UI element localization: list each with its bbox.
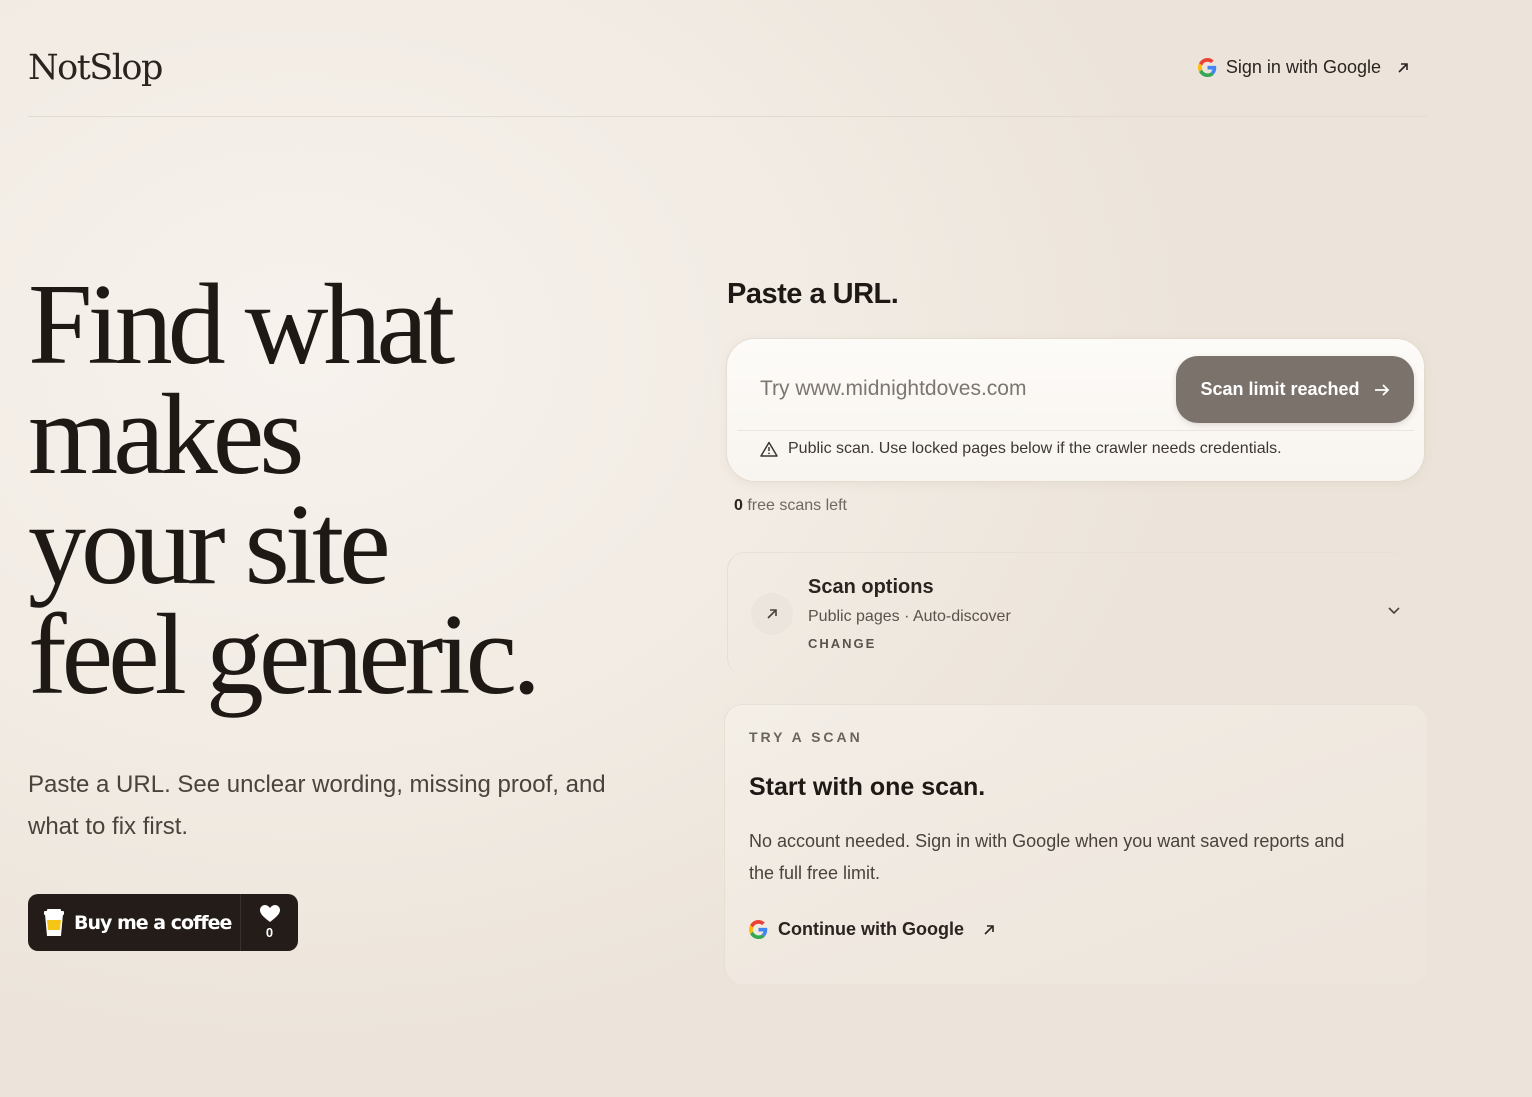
site-logo[interactable]: NotSlop — [28, 48, 163, 88]
signin-label: Sign in with Google — [1225, 57, 1381, 77]
bmc-supporters: 0 — [240, 894, 298, 951]
arrow-up-right-icon — [1398, 62, 1408, 73]
notice-text: Public scan. Use locked pages below if t… — [788, 440, 1282, 457]
arrow-up-right-icon — [751, 593, 793, 635]
google-icon — [749, 920, 768, 939]
coffee-cup-icon — [44, 908, 64, 936]
site-header: NotSlop Sign in with Google — [28, 0, 1426, 117]
buy-me-a-coffee-button[interactable]: Buy me a coffee 0 — [28, 894, 298, 951]
chevron-down-icon[interactable] — [1387, 603, 1401, 617]
hero-title: Find what makes your site feel generic. — [28, 261, 648, 719]
free-scans-count: 0 — [734, 497, 743, 514]
free-scans-label: free scans left — [747, 497, 847, 514]
try-scan-kicker: TRY A SCAN — [749, 729, 863, 745]
hero-title-line: your site — [28, 481, 391, 609]
scan-button-label: Scan limit reached — [1200, 379, 1360, 399]
google-icon — [1197, 58, 1217, 77]
arrow-right-icon — [1374, 383, 1389, 396]
hero-subtitle: Paste a URL. See unclear wording, missin… — [28, 771, 606, 840]
public-scan-notice: Public scan. Use locked pages below if t… — [760, 440, 1282, 458]
url-input[interactable] — [760, 363, 1160, 415]
free-scans-left: 0 free scans left — [734, 497, 847, 515]
hero-title-line: Find what — [28, 261, 455, 389]
url-card: Scan limit reached Public scan. Use lock… — [727, 339, 1424, 481]
hero-title-line: makes — [28, 371, 304, 499]
arrow-up-right-icon — [984, 924, 994, 935]
bmc-count: 0 — [265, 925, 274, 940]
try-scan-card: TRY A SCAN Start with one scan. No accou… — [724, 704, 1427, 984]
scan-options-card[interactable]: Scan options Public pages · Auto-discove… — [727, 552, 1409, 676]
scan-options-change[interactable]: CHANGE — [808, 636, 876, 651]
warning-triangle-icon — [760, 441, 778, 457]
url-divider — [737, 430, 1414, 431]
signin-google-link[interactable]: Sign in with Google — [1197, 57, 1410, 78]
try-scan-title: Start with one scan. — [749, 773, 986, 801]
scan-options-title: Scan options — [808, 576, 934, 598]
continue-google-label: Continue with Google — [778, 919, 964, 939]
scan-options-subtitle: Public pages · Auto-discover — [808, 608, 1011, 625]
scan-limit-button[interactable]: Scan limit reached — [1176, 356, 1414, 423]
continue-google-link[interactable]: Continue with Google — [749, 919, 996, 940]
try-scan-body: No account needed. Sign in with Google w… — [749, 831, 1345, 883]
heart-icon — [259, 905, 280, 922]
paste-url-title: Paste a URL. — [727, 278, 899, 310]
hero-title-line: feel generic. — [28, 591, 541, 719]
bmc-label: Buy me a coffee — [74, 911, 232, 934]
